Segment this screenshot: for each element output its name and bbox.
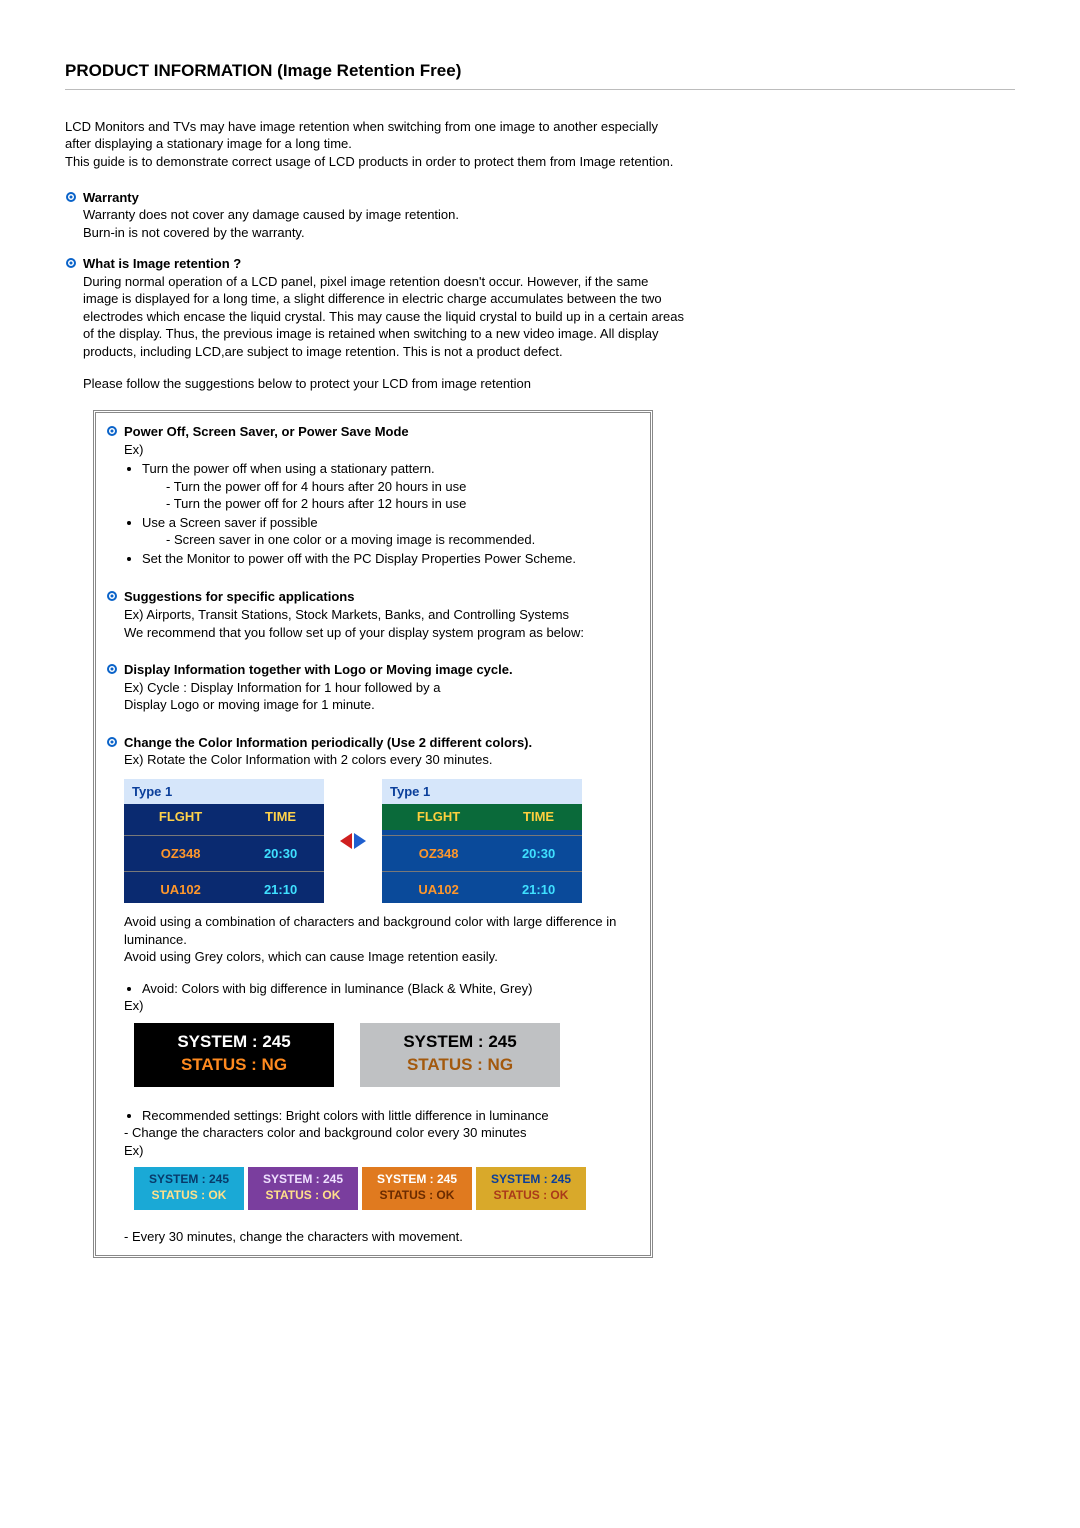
status-ok-line: STATUS : OK [476, 1187, 586, 1203]
flight-card-left: Type 1 FLGHT TIME OZ348 20:30 UA102 21:1… [124, 779, 324, 903]
bullet-icon [106, 590, 124, 602]
flight-cell-code: OZ348 [124, 841, 237, 867]
intro-text: LCD Monitors and TVs may have image rete… [65, 118, 685, 171]
whatis-body: During normal operation of a LCD panel, … [83, 274, 684, 359]
flight-header-time: TIME [495, 804, 582, 830]
status-ng-line: STATUS : NG [134, 1054, 334, 1077]
follow-text: Please follow the suggestions below to p… [83, 375, 703, 393]
status-ok-line: STATUS : OK [134, 1187, 244, 1203]
flight-cell-code: UA102 [124, 877, 237, 903]
status-system-line: SYSTEM : 245 [360, 1031, 560, 1054]
bullet-icon [106, 663, 124, 675]
flight-example-pair: Type 1 FLGHT TIME OZ348 20:30 UA102 21:1… [124, 779, 640, 903]
avoid-li: Avoid: Colors with big difference in lum… [142, 980, 640, 998]
whatis-title: What is Image retention ? [83, 256, 241, 271]
avoid-section: Avoid: Colors with big difference in lum… [124, 980, 640, 1015]
flight-cell-code: UA102 [382, 877, 495, 903]
status-ok-line: STATUS : OK [362, 1187, 472, 1203]
changecolor-title: Change the Color Information periodicall… [124, 735, 532, 750]
after-flight-p1: Avoid using a combination of characters … [124, 914, 616, 947]
poweroff-title: Power Off, Screen Saver, or Power Save M… [124, 424, 409, 439]
status-system-line: SYSTEM : 245 [476, 1171, 586, 1187]
flight-row: OZ348 20:30 [382, 841, 582, 867]
suggestions-l1: Ex) Airports, Transit Stations, Stock Ma… [124, 607, 569, 622]
status-system-line: SYSTEM : 245 [134, 1171, 244, 1187]
bullet-icon [106, 425, 124, 437]
bullet-icon [65, 191, 83, 203]
after-flight-p2: Avoid using Grey colors, which can cause… [124, 949, 498, 964]
status-mini-1: SYSTEM : 245 STATUS : OK [134, 1167, 244, 1209]
status-system-line: SYSTEM : 245 [134, 1031, 334, 1054]
intro-line-1: LCD Monitors and TVs may have image rete… [65, 118, 685, 153]
status-ng-line: STATUS : NG [360, 1054, 560, 1077]
poweroff-li-2-text: Use a Screen saver if possible [142, 515, 318, 530]
flight-header-time: TIME [237, 804, 324, 830]
flight-table-right: FLGHT TIME OZ348 20:30 UA102 21:10 [382, 804, 582, 903]
warranty-line-2: Burn-in is not covered by the warranty. [83, 225, 305, 240]
suggestions-section: Suggestions for specific applications Ex… [106, 588, 640, 641]
status-mini-2: SYSTEM : 245 STATUS : OK [248, 1167, 358, 1209]
poweroff-li-2a: - Screen saver in one color or a moving … [166, 531, 640, 549]
suggestions-title: Suggestions for specific applications [124, 589, 354, 604]
poweroff-li-3: Set the Monitor to power off with the PC… [142, 550, 640, 568]
poweroff-li-1: Turn the power off when using a stationa… [142, 460, 640, 513]
after-flight-text: Avoid using a combination of characters … [124, 913, 640, 966]
status-card-dark: SYSTEM : 245 STATUS : NG [134, 1023, 334, 1087]
status-mini-3: SYSTEM : 245 STATUS : OK [362, 1167, 472, 1209]
flight-row: UA102 21:10 [382, 877, 582, 903]
poweroff-ex: Ex) [124, 442, 144, 457]
flight-cell-time: 20:30 [237, 841, 324, 867]
whatis-section: What is Image retention ? During normal … [65, 255, 685, 360]
warranty-line-1: Warranty does not cover any damage cause… [83, 207, 459, 222]
flight-type-label: Type 1 [382, 779, 582, 805]
bullet-icon [65, 257, 83, 269]
intro-line-2: This guide is to demonstrate correct usa… [65, 153, 685, 171]
suggestions-l2: We recommend that you follow set up of y… [124, 625, 584, 640]
recommended-section: Recommended settings: Bright colors with… [124, 1107, 640, 1160]
status-system-line: SYSTEM : 245 [362, 1171, 472, 1187]
avoid-ex: Ex) [124, 998, 144, 1013]
flight-card-right: Type 1 FLGHT TIME OZ348 20:30 UA102 21:1… [382, 779, 582, 903]
poweroff-li-1b: - Turn the power off for 2 hours after 1… [166, 495, 640, 513]
flight-cell-code: OZ348 [382, 841, 495, 867]
warranty-title: Warranty [83, 190, 139, 205]
flight-cell-time: 20:30 [495, 841, 582, 867]
recommended-li: Recommended settings: Bright colors with… [142, 1107, 640, 1125]
flight-type-label: Type 1 [124, 779, 324, 805]
displayinfo-l1: Ex) Cycle : Display Information for 1 ho… [124, 680, 440, 695]
arrow-left-icon [340, 833, 352, 849]
framed-box: Power Off, Screen Saver, or Power Save M… [93, 410, 653, 1258]
page-title: PRODUCT INFORMATION (Image Retention Fre… [65, 60, 1015, 83]
status-mini-4: SYSTEM : 245 STATUS : OK [476, 1167, 586, 1209]
status-ok-line: STATUS : OK [248, 1187, 358, 1203]
final-line: - Every 30 minutes, change the character… [124, 1228, 640, 1246]
changecolor-section: Change the Color Information periodicall… [106, 734, 640, 769]
arrow-right-icon [354, 833, 366, 849]
warranty-section: Warranty Warranty does not cover any dam… [65, 189, 685, 242]
status-ok-quad: SYSTEM : 245 STATUS : OK SYSTEM : 245 ST… [134, 1167, 640, 1209]
flight-header-flight: FLGHT [382, 804, 495, 830]
poweroff-li-2: Use a Screen saver if possible - Screen … [142, 514, 640, 549]
recommended-ex: Ex) [124, 1143, 144, 1158]
flight-header-flight: FLGHT [124, 804, 237, 830]
changecolor-l1: Ex) Rotate the Color Information with 2 … [124, 752, 493, 767]
title-rule [65, 89, 1015, 90]
flight-table-left: FLGHT TIME OZ348 20:30 UA102 21:10 [124, 804, 324, 903]
displayinfo-title: Display Information together with Logo o… [124, 662, 513, 677]
poweroff-li-1a: - Turn the power off for 4 hours after 2… [166, 478, 640, 496]
status-ng-pair: SYSTEM : 245 STATUS : NG SYSTEM : 245 ST… [134, 1023, 640, 1087]
displayinfo-section: Display Information together with Logo o… [106, 661, 640, 714]
flight-cell-time: 21:10 [237, 877, 324, 903]
poweroff-section: Power Off, Screen Saver, or Power Save M… [106, 423, 640, 568]
status-system-line: SYSTEM : 245 [248, 1171, 358, 1187]
swap-arrows-icon [340, 833, 366, 849]
flight-row: OZ348 20:30 [124, 841, 324, 867]
status-card-grey: SYSTEM : 245 STATUS : NG [360, 1023, 560, 1087]
recommended-dash: - Change the characters color and backgr… [124, 1125, 527, 1140]
poweroff-li-1-text: Turn the power off when using a stationa… [142, 461, 435, 476]
flight-cell-time: 21:10 [495, 877, 582, 903]
flight-row: UA102 21:10 [124, 877, 324, 903]
displayinfo-l2: Display Logo or moving image for 1 minut… [124, 697, 375, 712]
bullet-icon [106, 736, 124, 748]
